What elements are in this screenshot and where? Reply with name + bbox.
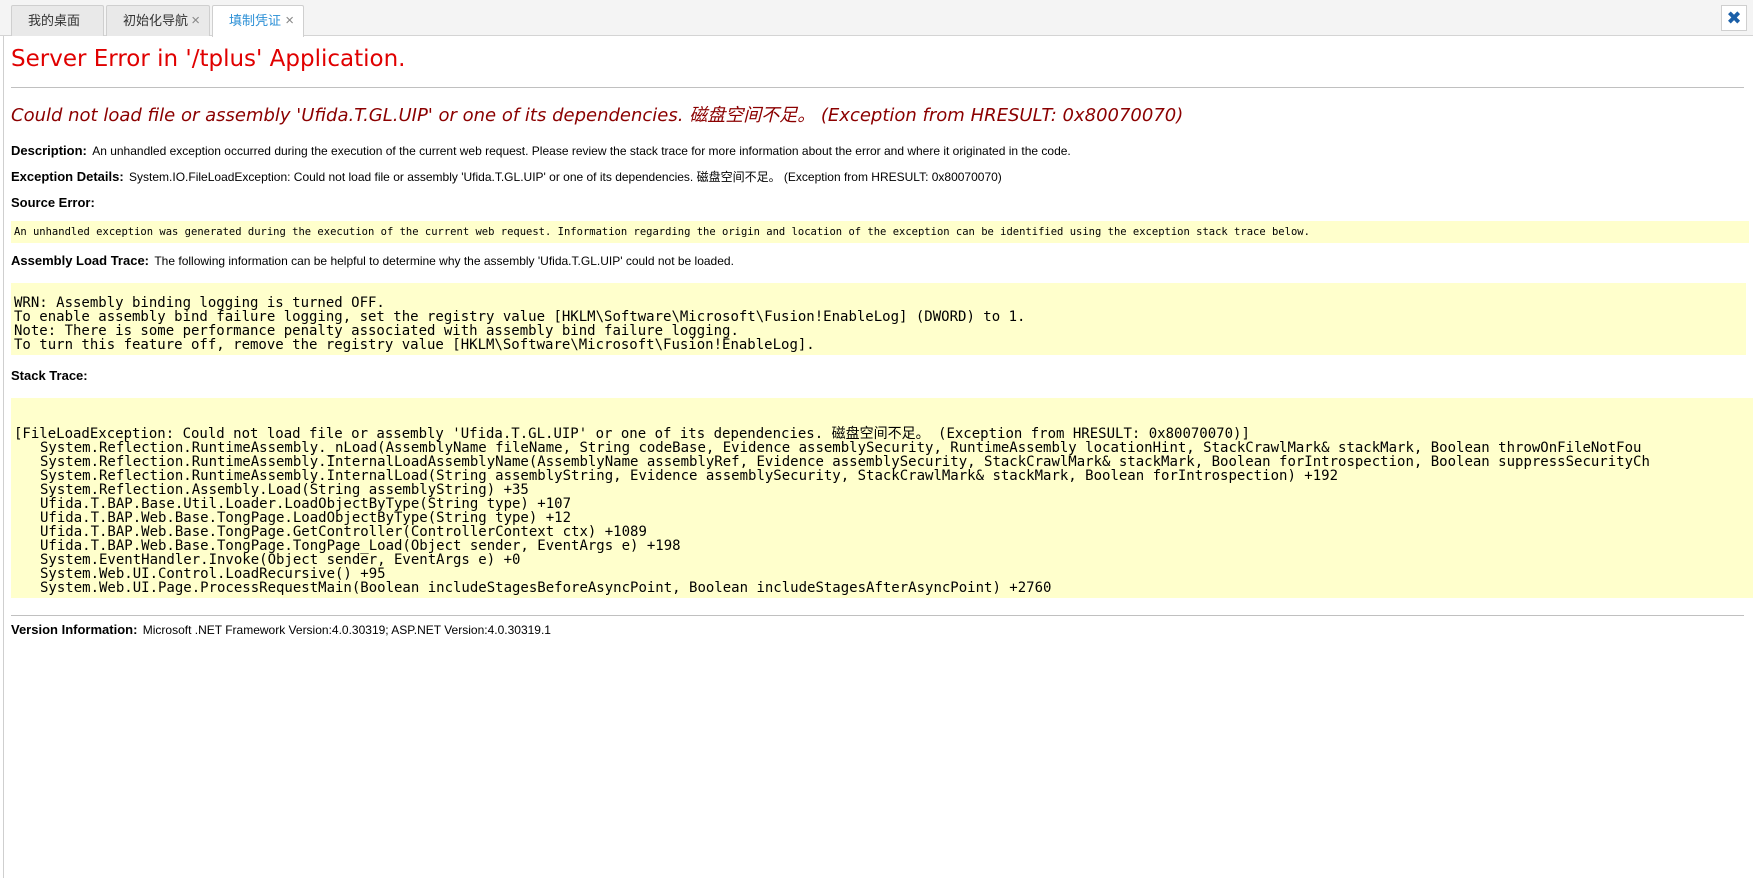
stack-frame: System.Web.UI.Page.ProcessRequestMain(Bo… [40,580,1052,596]
version-information-label: Version Information: [11,622,138,637]
stack-frame: Ufida.T.BAP.Base.Util.Loader.LoadObjectB… [40,496,572,512]
exception-details-line: Exception Details: System.IO.FileLoadExc… [11,169,1746,185]
stack-frame: Ufida.T.BAP.Web.Base.TongPage.TongPage_L… [40,538,681,554]
stack-trace-line: Stack Trace: [11,368,1746,384]
version-information-line: Version Information: Microsoft .NET Fram… [11,622,1746,638]
trace-line: WRN: Assembly binding logging is turned … [14,295,385,311]
assembly-load-trace-line: Assembly Load Trace: The following infor… [11,253,1746,269]
tab-label: 填制凭证 [229,13,282,28]
source-error-label: Source Error: [11,195,95,210]
stack-trace-box: [FileLoadException: Could not load file … [11,398,1753,598]
divider [11,615,1744,616]
trace-line: To enable assembly bind failure logging,… [14,309,1026,325]
stack-frame: Ufida.T.BAP.Web.Base.TongPage.GetControl… [40,524,647,540]
trace-line: Note: There is some performance penalty … [14,323,739,339]
assembly-load-trace-box: WRN: Assembly binding logging is turned … [11,283,1746,355]
exception-details-label: Exception Details: [11,169,124,184]
tab-fill-voucher[interactable]: 填制凭证 × [212,5,304,37]
assembly-load-trace-label: Assembly Load Trace: [11,253,149,268]
source-error-line: Source Error: [11,195,1746,211]
stack-frame: System.Reflection.RuntimeAssembly._nLoad… [40,440,1642,456]
page-title: Server Error in '/tplus' Application. [11,46,406,72]
tab-init-navigation[interactable]: 初始化导航 × [106,5,210,36]
divider [11,87,1744,88]
stack-frame: Ufida.T.BAP.Web.Base.TongPage.LoadObject… [40,510,572,526]
tab-bar: 我的桌面 初始化导航 × 填制凭证 × ✖ [0,0,1753,37]
error-page-frame: Server Error in '/tplus' Application. Co… [0,36,1753,878]
description-text: An unhandled exception occurred during t… [92,144,1071,158]
close-all-tabs-button[interactable]: ✖ [1721,5,1747,31]
tab-label: 初始化导航 [123,13,189,28]
tab-my-desktop[interactable]: 我的桌面 [11,5,104,36]
tab-label: 我的桌面 [28,13,81,28]
close-icon[interactable]: × [285,6,294,36]
stack-frame: System.Web.UI.Control.LoadRecursive() +9… [40,566,386,582]
description-line: Description: An unhandled exception occu… [11,143,1746,159]
version-information-text: Microsoft .NET Framework Version:4.0.303… [142,623,551,637]
assembly-load-trace-text: The following information can be helpful… [154,254,734,268]
stack-frame: System.Reflection.RuntimeAssembly.Intern… [40,468,1339,484]
error-message: Could not load file or assembly 'Ufida.T… [11,105,1184,126]
stack-trace-label: Stack Trace: [11,368,88,383]
trace-line: To turn this feature off, remove the reg… [14,337,815,353]
stack-trace-header: [FileLoadException: Could not load file … [14,426,1250,442]
exception-details-text: System.IO.FileLoadException: Could not l… [129,170,1002,184]
source-error-box: An unhandled exception was generated dur… [11,221,1749,243]
stack-frame: System.EventHandler.Invoke(Object sender… [40,552,521,568]
error-page-content: Server Error in '/tplus' Application. Co… [11,36,1753,638]
description-label: Description: [11,143,87,158]
stack-frame: System.Reflection.RuntimeAssembly.Intern… [40,454,1650,470]
close-icon[interactable]: × [191,6,200,36]
stack-frame: System.Reflection.Assembly.Load(String a… [40,482,529,498]
